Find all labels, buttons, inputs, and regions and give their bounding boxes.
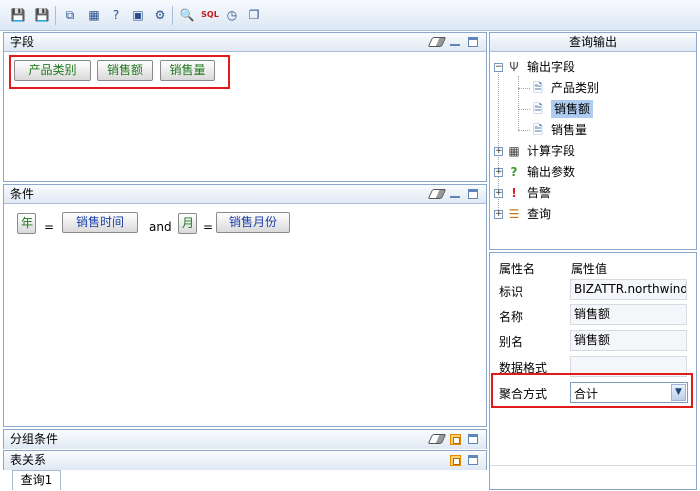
table-relations-panel: 表关系 — [3, 450, 487, 470]
prop-label-id: 标识 — [499, 285, 524, 299]
condition-month-function[interactable]: 月 — [178, 213, 197, 234]
prop-label-name: 名称 — [499, 310, 524, 324]
fields-icon: Ψ — [509, 60, 519, 74]
expand-icon[interactable]: + — [494, 167, 503, 177]
tree-node-alerts[interactable]: + ! 告警 — [494, 184, 551, 202]
tree-label: 销售量 — [551, 123, 588, 137]
maximize-icon[interactable] — [466, 187, 480, 201]
properties-divider — [490, 465, 696, 466]
clock-icon[interactable]: ◷ — [223, 6, 241, 24]
tree-label: 告警 — [527, 186, 552, 200]
tree-label: 输出参数 — [527, 165, 576, 179]
tree-label: 产品类别 — [551, 81, 600, 95]
field-document-icon: 🗎 — [533, 123, 543, 137]
tree-line — [518, 76, 519, 130]
tree-node-output-fields[interactable]: − Ψ 输出字段 — [494, 58, 575, 76]
group-conditions-panel: 分组条件 — [3, 429, 487, 449]
prop-header-name: 属性名 — [499, 262, 536, 276]
restore-icon[interactable] — [448, 453, 462, 467]
field-document-icon: 🗎 — [533, 102, 543, 116]
toolbar-separator — [55, 6, 56, 25]
collapse-icon[interactable]: − — [494, 62, 503, 72]
export-icon[interactable]: ❐ — [245, 6, 263, 24]
field-chip-sales-amount[interactable]: 销售额 — [97, 60, 153, 81]
toolbar: 💾 💾 ⧉ ▦? ▣ ⚙ 🔍 SQL ◷ ❐ — [0, 0, 700, 31]
table-icon[interactable]: ▦ — [85, 6, 103, 24]
tree-label: 输出字段 — [527, 60, 576, 74]
minimize-icon[interactable] — [448, 187, 462, 201]
tree-label: 计算字段 — [527, 144, 576, 158]
query-output-title: 查询输出 — [490, 33, 696, 52]
condition-and-operator: and — [149, 220, 172, 234]
field-chip-product-category[interactable]: 产品类别 — [14, 60, 91, 81]
restore-icon[interactable] — [448, 432, 462, 446]
condition-year-function[interactable]: 年 — [17, 213, 36, 234]
tree-node-field[interactable]: 🗎 产品类别 — [530, 79, 599, 97]
expand-icon[interactable]: + — [494, 146, 503, 156]
calculator-icon: ▦ — [508, 144, 520, 158]
prop-label-alias: 别名 — [499, 335, 524, 349]
condition-sales-time[interactable]: 销售时间 — [62, 212, 138, 233]
tree-line — [518, 130, 530, 131]
condition-equals-1: = — [44, 220, 55, 234]
maximize-icon[interactable] — [466, 432, 480, 446]
tree-node-field-selected[interactable]: 🗎 销售额 — [530, 100, 594, 118]
chevron-down-icon[interactable]: ▼ — [671, 384, 686, 401]
conditions-panel-title: 条件 — [4, 185, 486, 204]
help-icon[interactable]: ? — [107, 6, 125, 24]
prop-value-name[interactable]: 销售额 — [570, 304, 687, 325]
expand-icon[interactable]: + — [494, 209, 503, 219]
aggregation-selected-value: 合计 — [574, 387, 599, 401]
save-icon[interactable]: 💾 — [9, 6, 27, 24]
aggregation-select[interactable]: 合计 ▼ — [570, 382, 688, 403]
condition-sales-month[interactable]: 销售月份 — [216, 212, 290, 233]
tree-node-computed-fields[interactable]: + ▦ 计算字段 — [494, 142, 575, 160]
prop-value-alias[interactable]: 销售额 — [570, 330, 687, 351]
chart-icon[interactable]: ▣ — [129, 6, 147, 24]
prop-value-id[interactable]: BIZATTR.northwind. — [570, 279, 687, 300]
condition-equals-2: = — [203, 220, 214, 234]
eraser-icon[interactable] — [427, 432, 447, 446]
eraser-icon[interactable] — [427, 35, 447, 49]
sql-icon[interactable]: SQL — [201, 6, 219, 24]
question-icon: ? — [510, 165, 518, 179]
maximize-icon[interactable] — [466, 453, 480, 467]
table-relations-title: 表关系 — [4, 451, 486, 470]
tree-node-query[interactable]: + ☰ 查询 — [494, 205, 551, 223]
settings-icon[interactable]: ⚙ — [151, 6, 169, 24]
minimize-icon[interactable] — [448, 35, 462, 49]
tree-label: 查询 — [527, 207, 552, 221]
save-as-icon[interactable]: 💾 — [33, 6, 51, 24]
tree-label: 销售额 — [551, 100, 594, 118]
field-chip-sales-volume[interactable]: 销售量 — [160, 60, 215, 81]
fields-panel-title: 字段 — [4, 33, 486, 52]
maximize-icon[interactable] — [466, 35, 480, 49]
toolbar-separator — [172, 6, 173, 25]
new-window-icon[interactable]: ⧉ — [61, 6, 79, 24]
alert-icon: ! — [511, 186, 517, 200]
field-document-icon: 🗎 — [533, 81, 543, 95]
tab-query1[interactable]: 查询1 — [12, 470, 61, 490]
search-icon[interactable]: 🔍 — [178, 6, 196, 24]
tree-node-field[interactable]: 🗎 销售量 — [530, 121, 587, 139]
eraser-icon[interactable] — [427, 187, 447, 201]
prop-label-aggregation: 聚合方式 — [499, 387, 548, 401]
group-conditions-title: 分组条件 — [4, 430, 486, 449]
query-list-icon: ☰ — [508, 207, 520, 221]
prop-header-value: 属性值 — [571, 262, 608, 276]
tree-line — [518, 88, 530, 89]
tree-line — [518, 109, 530, 110]
expand-icon[interactable]: + — [494, 188, 503, 198]
tree-node-output-params[interactable]: + ? 输出参数 — [494, 163, 575, 181]
